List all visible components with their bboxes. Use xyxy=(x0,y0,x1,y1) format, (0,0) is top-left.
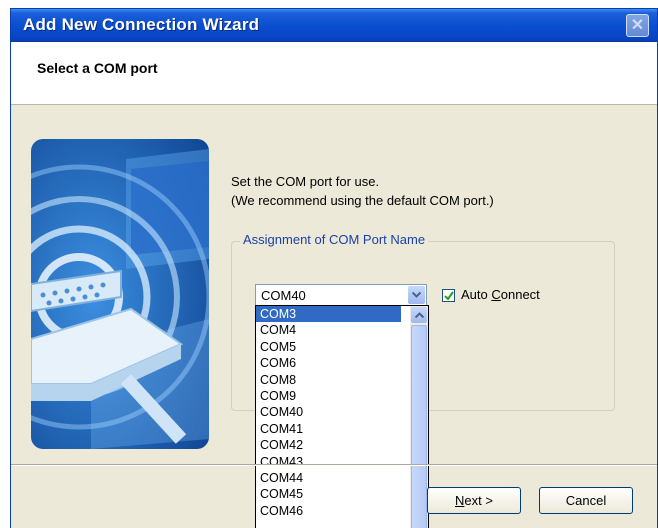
window-title: Add New Connection Wizard xyxy=(23,15,260,34)
scroll-thumb[interactable] xyxy=(411,325,427,528)
next-label-rest: ext > xyxy=(464,493,493,508)
dropdown-option[interactable]: COM6 xyxy=(256,355,401,371)
dropdown-option[interactable]: COM40 xyxy=(256,404,401,420)
dropdown-option[interactable]: COM9 xyxy=(256,388,401,404)
dropdown-option[interactable]: COM5 xyxy=(256,339,401,355)
close-icon: ✕ xyxy=(630,17,645,34)
dropdown-option[interactable]: COM45 xyxy=(256,486,401,502)
dropdown-option[interactable]: COM44 xyxy=(256,470,401,486)
close-button[interactable]: ✕ xyxy=(626,14,649,37)
page-title: Select a COM port xyxy=(37,60,158,76)
dropdown-option[interactable]: COM46 xyxy=(256,503,401,519)
group-label: Assignment of COM Port Name xyxy=(240,232,429,247)
wizard-window: Add New Connection Wizard ✕ Select a COM… xyxy=(10,8,658,528)
description-line-1: Set the COM port for use. xyxy=(231,174,380,189)
next-accelerator: N xyxy=(455,493,465,508)
chevron-up-icon xyxy=(415,312,424,318)
chevron-down-icon xyxy=(412,292,421,298)
auto-connect-label-prefix: Auto xyxy=(461,287,492,302)
dropdown-option[interactable]: COM42 xyxy=(256,437,401,453)
dropdown-option[interactable]: COM4 xyxy=(256,322,401,338)
dropdown-options: COM3 COM4 COM5 COM6 COM8 COM9 COM40 COM41 COM42 C… xyxy=(256,306,428,519)
dropdown-button[interactable] xyxy=(408,286,425,304)
title-bar[interactable]: Add New Connection Wizard ✕ xyxy=(11,9,657,42)
footer-separator xyxy=(11,464,657,466)
dropdown-option[interactable]: COM41 xyxy=(256,421,401,437)
com-port-dropdown-list[interactable]: COM3 COM4 COM5 COM6 COM8 COM9 COM40 COM41 COM42 C… xyxy=(255,305,429,528)
dropdown-option[interactable]: COM43 xyxy=(256,454,401,470)
cancel-button[interactable]: Cancel xyxy=(539,487,633,514)
serial-port-illustration xyxy=(31,139,209,449)
description-text: Set the COM port for use. (We recommend … xyxy=(231,172,494,210)
auto-connect-label-rest: onnect xyxy=(500,287,540,302)
scroll-up-button[interactable] xyxy=(411,307,427,323)
auto-connect-accelerator: C xyxy=(491,287,501,302)
com-port-dropdown[interactable]: COM40 xyxy=(255,284,427,306)
auto-connect-checkbox[interactable] xyxy=(442,289,455,302)
description-line-2: (We recommend using the default COM port… xyxy=(231,193,494,208)
dropdown-option[interactable]: COM8 xyxy=(256,372,401,388)
wizard-header: Select a COM port xyxy=(11,42,657,105)
auto-connect-label[interactable]: Auto Connect xyxy=(461,287,540,302)
dropdown-option[interactable]: COM3 xyxy=(256,306,401,323)
com-port-selected-value: COM40 xyxy=(261,288,306,303)
checkmark-icon xyxy=(444,291,454,301)
next-button[interactable]: Next > xyxy=(427,487,521,514)
dropdown-scrollbar[interactable] xyxy=(410,306,428,528)
